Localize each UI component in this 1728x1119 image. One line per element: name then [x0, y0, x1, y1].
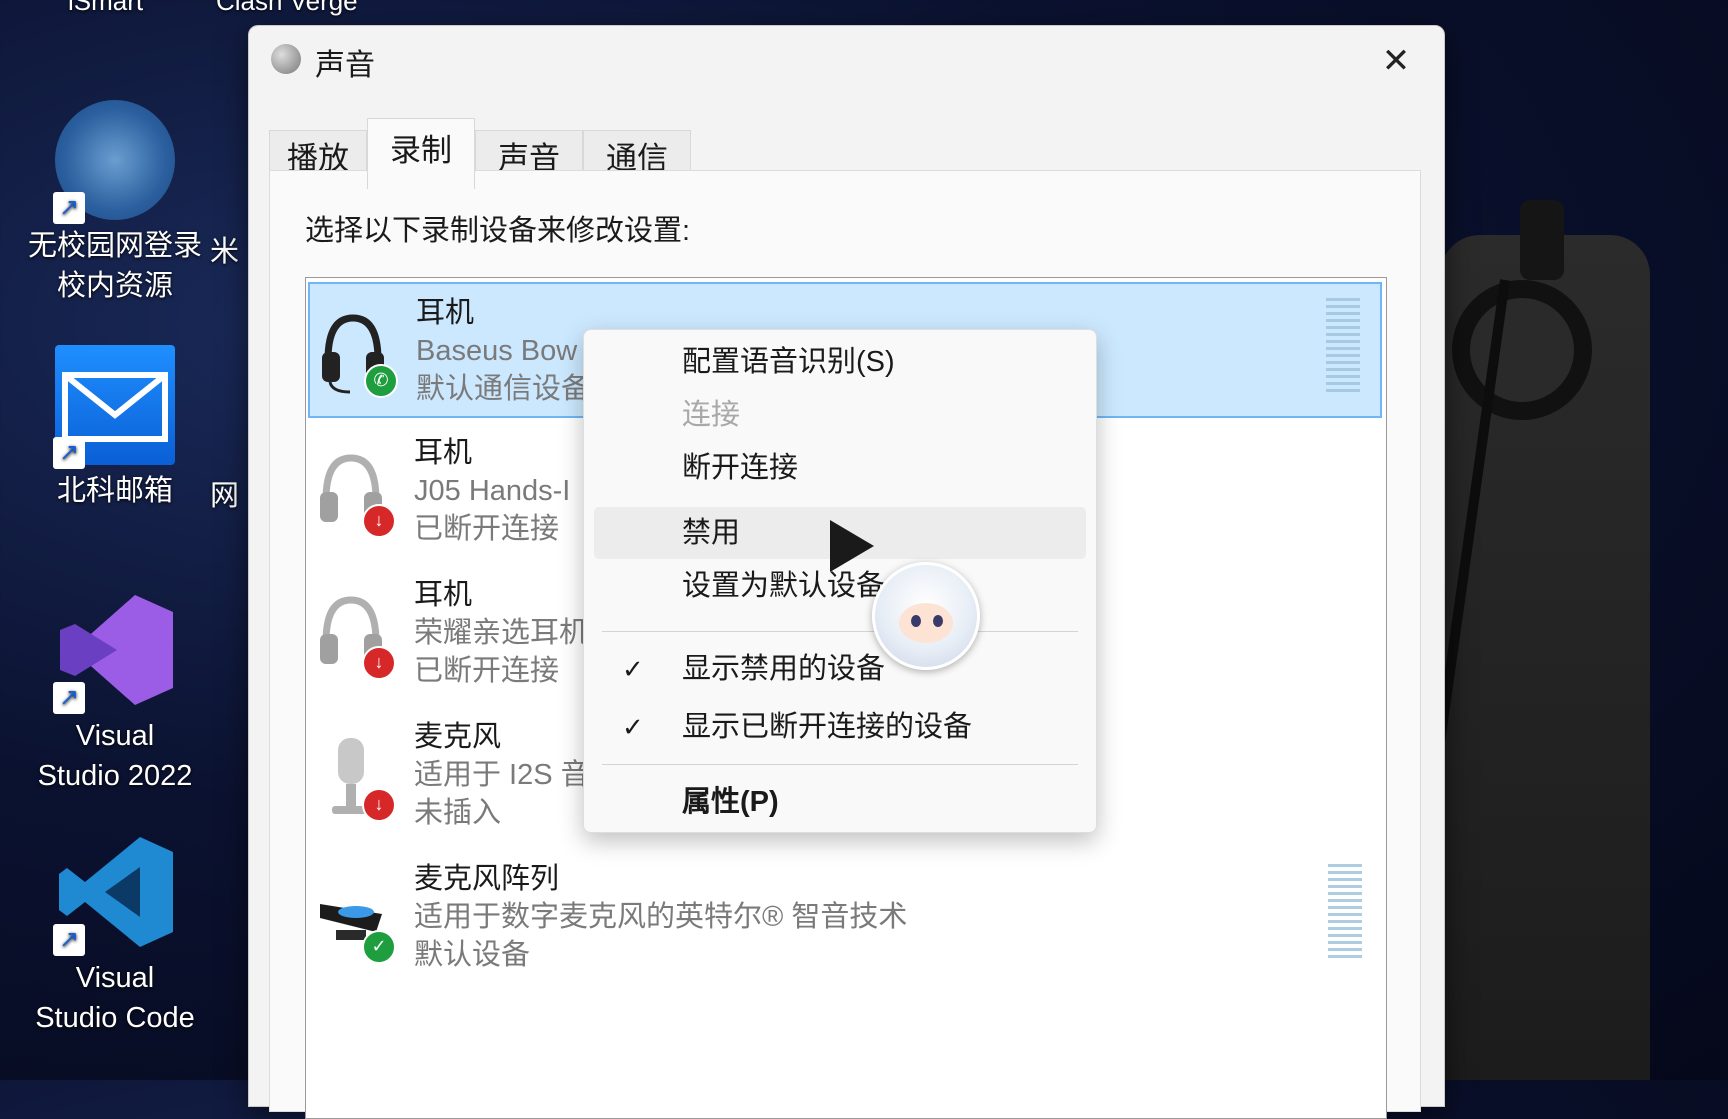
device-status: 默认设备: [414, 939, 531, 971]
disconnected-badge-icon: ↓: [362, 504, 396, 538]
device-status: 已断开连接: [414, 655, 560, 687]
shortcut-arrow-icon: ↗: [53, 682, 85, 714]
check-icon: ✓: [622, 654, 644, 684]
headset-icon: ✆: [318, 308, 398, 398]
phone-badge-icon: ✆: [364, 364, 398, 398]
mail-icon: ↗: [53, 345, 175, 469]
chibi-character-sticker-icon: [872, 562, 980, 670]
menu-item-label: 显示已断开连接的设备: [682, 711, 973, 743]
menu-item-properties[interactable]: 属性(P): [594, 776, 1086, 828]
context-menu: 配置语音识别(S) 连接 断开连接 禁用 设置为默认设备 ✓ 显示禁用的设备 ✓…: [583, 329, 1097, 833]
campus-badge-icon: ↗: [53, 100, 175, 224]
disconnected-badge-icon: ↓: [362, 788, 396, 822]
menu-item-label: 属性(P): [682, 786, 779, 818]
desktop-icon-label: Visual Studio Code: [35, 962, 195, 1034]
menu-item-label: 禁用: [682, 517, 741, 549]
level-meter: [1328, 864, 1362, 962]
instruction-text: 选择以下录制设备来修改设置:: [305, 215, 691, 247]
visual-studio-icon: ↗: [53, 590, 175, 714]
wallpaper-ring: [1452, 280, 1592, 420]
check-badge-icon: ✓: [362, 930, 396, 964]
desktop-label-ismart[interactable]: iSmart: [68, 0, 143, 17]
disconnected-badge-icon: ↓: [362, 646, 396, 680]
desktop-label-peek: 米: [210, 236, 240, 268]
tab-recording[interactable]: 录制: [367, 118, 475, 189]
menu-item-label: 断开连接: [682, 452, 799, 484]
title-bar[interactable]: 声音 ✕: [249, 26, 1444, 96]
device-detail: Baseus Bow: [416, 335, 578, 367]
check-icon: ✓: [622, 712, 644, 742]
menu-item-show-disconnected[interactable]: ✓ 显示已断开连接的设备: [594, 701, 1086, 753]
desktop-icon-label: Visual Studio 2022: [37, 720, 193, 792]
menu-item-disconnect[interactable]: 断开连接: [594, 442, 1086, 494]
wallpaper-knob: [1520, 200, 1564, 280]
desktop-label-peek: 网: [210, 480, 240, 512]
shortcut-arrow-icon: ↗: [53, 437, 85, 469]
device-name: 耳机: [414, 437, 473, 469]
desktop-icon-label: 无校园网登录 校内资源: [27, 230, 202, 302]
menu-item-connect[interactable]: 连接: [594, 389, 1086, 441]
desktop-label-clash-verge[interactable]: Clash Verge: [216, 0, 358, 17]
mouse-cursor-icon: [830, 520, 874, 572]
device-name: 耳机: [416, 297, 475, 329]
menu-item-label: 连接: [682, 399, 741, 431]
shortcut-arrow-icon: ↗: [53, 924, 85, 956]
microphone-icon: ↓: [316, 732, 396, 822]
vscode-icon: ↗: [53, 832, 175, 956]
shortcut-arrow-icon: ↗: [53, 192, 85, 224]
speaker-icon: [271, 44, 301, 74]
device-name: 麦克风: [414, 721, 502, 753]
device-status: 已断开连接: [414, 513, 560, 545]
menu-separator: [602, 764, 1078, 765]
headset-icon: ↓: [316, 448, 396, 538]
mic-array-icon: ✓: [316, 874, 396, 964]
menu-item-configure-speech[interactable]: 配置语音识别(S): [594, 336, 1086, 388]
menu-item-label: 显示禁用的设备: [682, 653, 886, 685]
device-detail: 荣耀亲选耳机: [414, 617, 589, 649]
device-detail: 适用于 I2S 音: [414, 759, 590, 791]
level-meter: [1326, 298, 1360, 396]
menu-item-label: 配置语音识别(S): [682, 346, 895, 378]
close-button[interactable]: ✕: [1368, 36, 1424, 86]
device-detail: 适用于数字麦克风的英特尔® 智音技术: [414, 901, 908, 933]
device-status: 未插入: [414, 797, 502, 829]
menu-separator: [602, 631, 1078, 632]
device-name: 耳机: [414, 579, 473, 611]
device-detail: J05 Hands-I: [414, 475, 571, 507]
desktop-icon-label: 北科邮箱: [56, 475, 173, 507]
desktop-icon-visual-studio-2022[interactable]: ↗ Visual Studio 2022: [20, 590, 210, 796]
menu-item-show-disabled[interactable]: ✓ 显示禁用的设备: [594, 643, 1086, 695]
desktop-icon-campus-login[interactable]: ↗ 无校园网登录 校内资源: [20, 100, 210, 306]
device-row-mic-array[interactable]: ✓ 麦克风阵列 适用于数字麦克风的英特尔® 智音技术 默认设备: [308, 850, 1382, 986]
desktop-icon-vscode[interactable]: ↗ Visual Studio Code: [20, 832, 210, 1038]
device-name: 麦克风阵列: [414, 863, 560, 895]
headset-icon: ↓: [316, 590, 396, 680]
window-title: 声音: [315, 49, 375, 82]
desktop-icon-mail[interactable]: ↗ 北科邮箱: [20, 345, 210, 511]
device-status: 默认通信设备: [416, 373, 591, 405]
